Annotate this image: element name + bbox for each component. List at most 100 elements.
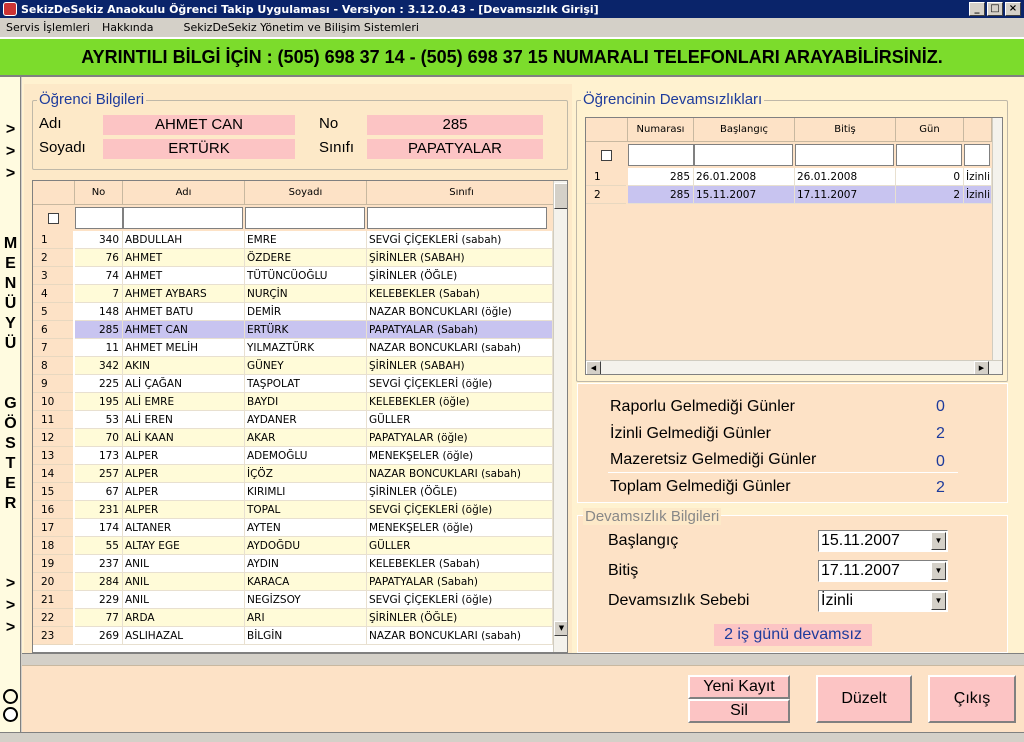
table-row[interactable]: 17 174 ALTANER AYTEN MENEKŞELER (öğle) (33, 519, 553, 537)
select-all-checkbox[interactable] (48, 213, 59, 224)
column-header-name[interactable]: Adı (123, 181, 245, 205)
filter-start-input[interactable] (694, 144, 793, 166)
table-row[interactable]: 22 77 ARDA ARI ŞİRİNLER (ÖĞLE) (33, 609, 553, 627)
filter-class-input[interactable] (367, 207, 547, 229)
table-cell: ARI (245, 609, 367, 627)
table-row[interactable]: 8 342 AKIN GÜNEY ŞİRİNLER (SABAH) (33, 357, 553, 375)
close-button[interactable]: × (1005, 2, 1021, 16)
grid-corner (33, 181, 75, 205)
table-cell: AKIN (123, 357, 245, 375)
menu-hakkinda[interactable]: Hakkında (96, 21, 160, 34)
table-cell: NEGİZSOY (245, 591, 367, 609)
select-all-checkbox[interactable] (601, 150, 612, 161)
table-row[interactable]: 4 7 AHMET AYBARS NURÇİN KELEBEKLER (Sabah) (33, 285, 553, 303)
scroll-down-button[interactable]: ▼ (554, 621, 567, 636)
table-cell: TAŞPOLAT (245, 375, 367, 393)
menu-servis[interactable]: Servis İşlemleri (0, 21, 96, 34)
scroll-left-button[interactable]: ◀ (586, 361, 601, 374)
table-cell: 67 (75, 483, 123, 501)
filter-no-input[interactable] (75, 207, 123, 229)
student-grid[interactable]: No Adı Soyadı Sınıfı 1 340 ABDULLAH EMRE SEV… (32, 180, 568, 653)
absence-row[interactable]: 1 285 26.01.2008 26.01.2008 0 İzinli (586, 168, 992, 186)
table-row[interactable]: 1 340 ABDULLAH EMRE SEVGİ ÇİÇEKLERİ (sabah) (33, 231, 553, 249)
chevron-down-icon[interactable]: ▼ (931, 532, 946, 550)
new-record-button[interactable]: Yeni Kayıt (688, 675, 790, 699)
table-row[interactable]: 16 231 ALPER TOPAL SEVGİ ÇİÇEKLERİ (öğle) (33, 501, 553, 519)
table-row[interactable]: 12 70 ALİ KAAN AKAR PAPATYALAR (öğle) (33, 429, 553, 447)
table-cell: AHMET (123, 249, 245, 267)
student-grid-scrollbar[interactable]: ▼ (553, 181, 567, 652)
scroll-thumb[interactable] (554, 183, 567, 209)
menu-company[interactable]: SekizDeSekiz Yönetim ve Bilişim Sistemle… (178, 21, 425, 34)
filter-reason-input[interactable] (964, 144, 990, 166)
table-cell: ALPER (123, 447, 245, 465)
column-header-days[interactable]: Gün (896, 118, 964, 142)
table-cell: KARACA (245, 573, 367, 591)
table-row[interactable]: 9 225 ALİ ÇAĞAN TAŞPOLAT SEVGİ ÇİÇEKLERİ (öğ… (33, 375, 553, 393)
column-header-start[interactable]: Başlangıç (694, 118, 795, 142)
filter-number-input[interactable] (628, 144, 694, 166)
table-row[interactable]: 6 285 AHMET CAN ERTÜRK PAPATYALAR (Sabah) (33, 321, 553, 339)
side-menu-toggle[interactable]: > > > M E N Ü Y Ü G Ö S T E R > > > (0, 77, 21, 732)
filter-end-input[interactable] (795, 144, 894, 166)
table-row[interactable]: 10 195 ALİ EMRE BAYDI KELEBEKLER (öğle) (33, 393, 553, 411)
table-row[interactable]: 7 11 AHMET MELİH YILMAZTÜRK NAZAR BONCUKLARI… (33, 339, 553, 357)
table-cell: ALTANER (123, 519, 245, 537)
row-number: 20 (33, 573, 73, 591)
absence-vscroll[interactable] (992, 118, 1002, 360)
chevron-down-icon[interactable]: ▼ (931, 562, 946, 580)
chevron-down-icon[interactable]: ▼ (931, 592, 946, 610)
summary-label-unexcused: Mazeretsiz Gelmediği Günler (610, 451, 817, 468)
summary-label-total: Toplam Gelmediği Günler (610, 478, 791, 495)
absence-row[interactable]: 2 285 15.11.2007 17.11.2007 2 İzinli (586, 186, 992, 204)
column-header-class[interactable]: Sınıfı (367, 181, 557, 205)
surname-value: ERTÜRK (103, 139, 295, 159)
table-row[interactable]: 3 74 AHMET TÜTÜNCÜOĞLU ŞİRİNLER (ÖĞLE) (33, 267, 553, 285)
side-letter: R (4, 495, 17, 512)
column-header-end[interactable]: Bitiş (795, 118, 896, 142)
table-row[interactable]: 15 67 ALPER KIRIMLI ŞİRİNLER (ÖĞLE) (33, 483, 553, 501)
row-number: 23 (33, 627, 73, 645)
absence-grid[interactable]: Numarası Başlangıç Bitiş Gün 1 285 26.01.2… (585, 117, 1003, 375)
minimize-button[interactable]: _ (969, 2, 985, 16)
column-header-surname[interactable]: Soyadı (245, 181, 367, 205)
maximize-button[interactable]: □ (987, 2, 1003, 16)
table-row[interactable]: 19 237 ANIL AYDIN KELEBEKLER (Sabah) (33, 555, 553, 573)
scroll-right-button[interactable]: ▶ (974, 361, 989, 374)
table-row[interactable]: 2 76 AHMET ÖZDERE ŞİRİNLER (SABAH) (33, 249, 553, 267)
table-row[interactable]: 18 55 ALTAY EGE AYDOĞDU GÜLLER (33, 537, 553, 555)
absence-hscroll[interactable]: ◀ ▶ (586, 360, 1002, 374)
edit-button[interactable]: Düzelt (816, 675, 912, 723)
column-header-no[interactable]: No (75, 181, 123, 205)
filter-name-input[interactable] (123, 207, 243, 229)
table-cell: 7 (75, 285, 123, 303)
table-cell: İzinli (964, 186, 992, 204)
table-cell: PAPATYALAR (Sabah) (367, 321, 553, 339)
table-row[interactable]: 23 269 ASLIHAZAL BİLGİN NAZAR BONCUKLARI (sa… (33, 627, 553, 645)
reason-select[interactable]: İzinli ▼ (818, 590, 948, 612)
start-date-picker[interactable]: 15.11.2007 ▼ (818, 530, 948, 552)
exit-button[interactable]: Çıkış (928, 675, 1016, 723)
side-letter: T (5, 455, 16, 472)
main-hscroll[interactable] (22, 653, 1024, 665)
table-row[interactable]: 20 284 ANIL KARACA PAPATYALAR (Sabah) (33, 573, 553, 591)
table-row[interactable]: 11 53 ALİ EREN AYDANER GÜLLER (33, 411, 553, 429)
table-cell: ŞİRİNLER (ÖĞLE) (367, 267, 553, 285)
side-letter: Y (5, 315, 16, 332)
table-row[interactable]: 21 229 ANIL NEGİZSOY SEVGİ ÇİÇEKLERİ (öğle) (33, 591, 553, 609)
column-header-number[interactable]: Numarası (628, 118, 694, 142)
table-cell: 26.01.2008 (694, 168, 795, 186)
table-cell: 17.11.2007 (795, 186, 896, 204)
filter-surname-input[interactable] (245, 207, 365, 229)
table-cell: MENEKŞELER (öğle) (367, 447, 553, 465)
delete-button[interactable]: Sil (688, 699, 790, 723)
table-row[interactable]: 13 173 ALPER ADEMOĞLU MENEKŞELER (öğle) (33, 447, 553, 465)
table-cell: ABDULLAH (123, 231, 245, 249)
start-date-value: 15.11.2007 (821, 532, 900, 549)
column-header-reason[interactable] (964, 118, 992, 142)
filter-days-input[interactable] (896, 144, 962, 166)
end-date-picker[interactable]: 17.11.2007 ▼ (818, 560, 948, 582)
side-letter: S (5, 435, 16, 452)
table-row[interactable]: 5 148 AHMET BATU DEMİR NAZAR BONCUKLARI (öğl… (33, 303, 553, 321)
table-row[interactable]: 14 257 ALPER İÇÖZ NAZAR BONCUKLARI (sabah) (33, 465, 553, 483)
